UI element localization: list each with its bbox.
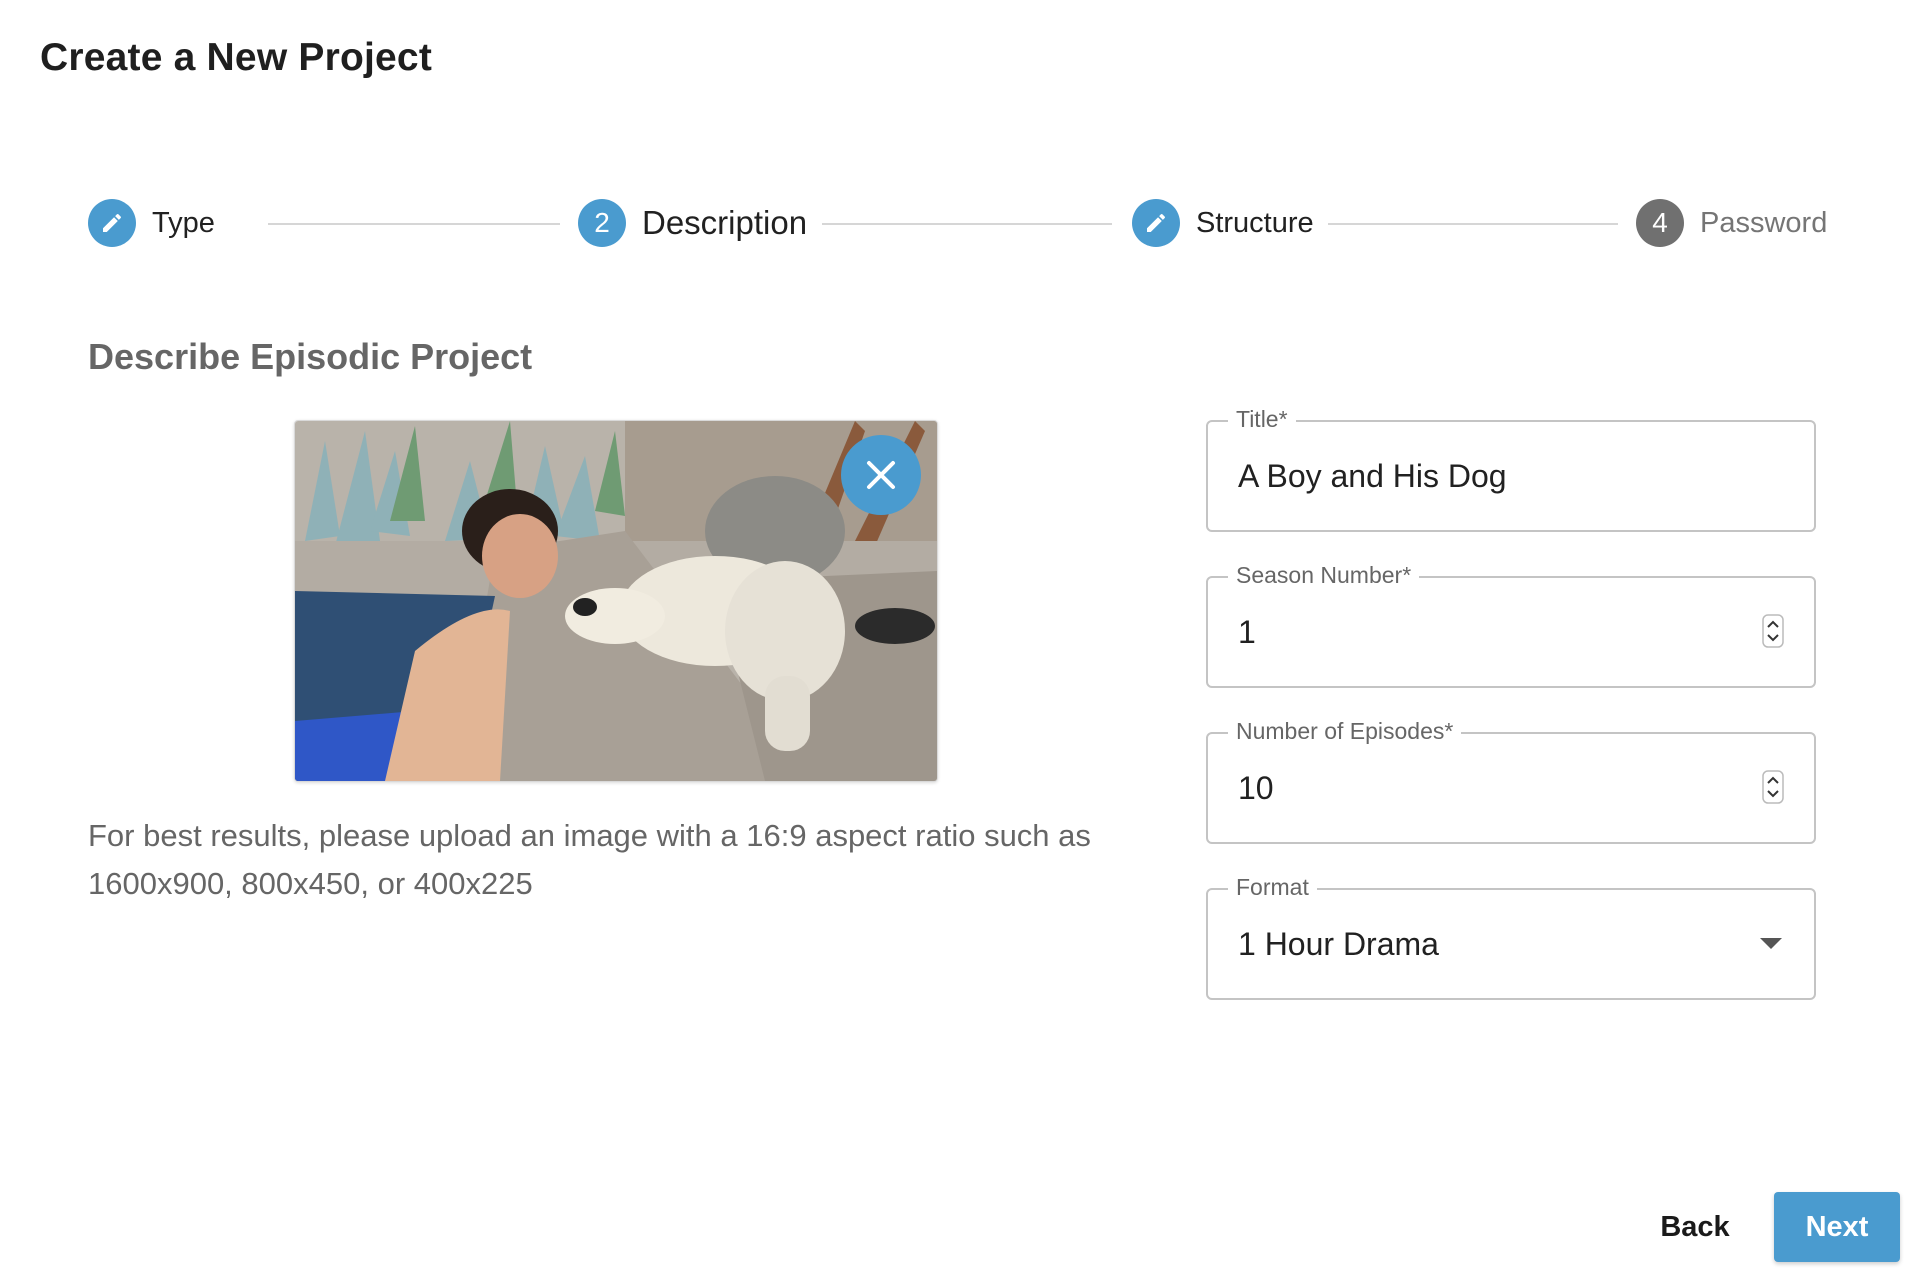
title-field-label: Title* <box>1228 405 1296 433</box>
stepper-arrows-icon[interactable] <box>1762 614 1784 648</box>
episodes-field[interactable]: Number of Episodes* 10 <box>1206 717 1816 844</box>
next-button[interactable]: Next <box>1774 1192 1900 1262</box>
format-select-label: Format <box>1228 873 1317 901</box>
pencil-icon <box>88 199 136 247</box>
title-field[interactable]: Title* A Boy and His Dog <box>1206 405 1816 532</box>
format-selected-value[interactable]: 1 Hour Drama <box>1238 922 1439 966</box>
step-label: Password <box>1700 206 1828 239</box>
step-number: 4 <box>1636 199 1684 247</box>
back-button[interactable]: Back <box>1640 1195 1750 1259</box>
episodes-field-label: Number of Episodes* <box>1228 717 1462 745</box>
season-number-field-label: Season Number* <box>1228 561 1420 589</box>
stepper-connector <box>268 223 560 225</box>
season-number-field-outline <box>1206 576 1816 688</box>
step-description[interactable]: 2 Description <box>578 199 807 247</box>
step-password[interactable]: 4 Password <box>1636 199 1827 247</box>
pencil-icon <box>1132 199 1180 247</box>
season-number-field[interactable]: Season Number* 1 <box>1206 561 1816 688</box>
close-icon <box>867 461 895 489</box>
step-number: 2 <box>578 199 626 247</box>
step-structure[interactable]: Structure <box>1132 199 1314 247</box>
section-title: Describe Episodic Project <box>88 336 533 377</box>
stepper-connector <box>1328 223 1618 225</box>
season-number-input[interactable]: 1 <box>1238 610 1256 654</box>
caret-down-icon[interactable] <box>1760 938 1782 949</box>
stepper-connector <box>822 223 1112 225</box>
stepper-arrows-icon[interactable] <box>1762 770 1784 804</box>
step-label: Description <box>642 204 808 241</box>
remove-image-button[interactable] <box>841 435 921 515</box>
stepper: Type 2 Description Structure 4 Password <box>0 0 1908 300</box>
format-select[interactable]: Format 1 Hour Drama <box>1206 873 1816 1000</box>
step-label: Structure <box>1196 206 1314 239</box>
image-hint-text: For best results, please upload an image… <box>88 818 1091 901</box>
title-input[interactable]: A Boy and His Dog <box>1238 454 1507 498</box>
step-type[interactable]: Type <box>88 199 215 247</box>
create-project-page: Create a New Project Type 2 Description … <box>0 0 1908 1272</box>
episodes-input[interactable]: 10 <box>1238 766 1274 810</box>
episodes-field-outline <box>1206 732 1816 844</box>
step-label: Type <box>152 206 215 239</box>
